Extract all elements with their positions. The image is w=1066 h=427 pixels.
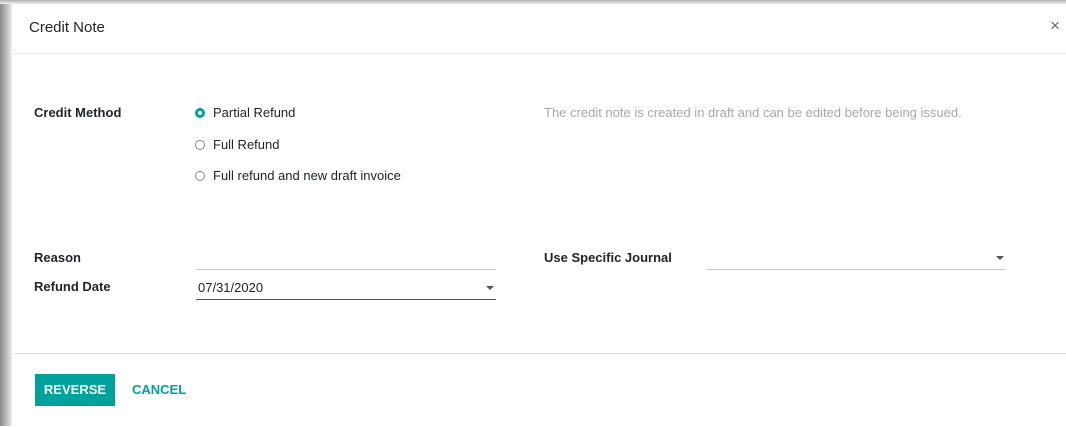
dialog-footer: REVERSE CANCEL bbox=[13, 353, 1066, 427]
radio-label: Partial Refund bbox=[213, 105, 296, 120]
radio-label: Full Refund bbox=[213, 137, 280, 152]
radio-unchecked-icon[interactable] bbox=[195, 139, 205, 150]
cancel-button[interactable]: CANCEL bbox=[132, 374, 186, 406]
reason-input[interactable] bbox=[196, 246, 496, 270]
reverse-button[interactable]: REVERSE bbox=[35, 374, 115, 406]
dialog-title: Credit Note bbox=[29, 19, 105, 36]
refund-date-label: Refund Date bbox=[34, 279, 111, 294]
refund-date-value: 07/31/2020 bbox=[198, 280, 264, 295]
chevron-down-icon[interactable] bbox=[486, 286, 494, 290]
credit-note-dialog: Credit Note × Credit Method Partial Refu… bbox=[13, 4, 1066, 426]
reason-label: Reason bbox=[34, 250, 81, 265]
radio-full-refund[interactable]: Full Refund bbox=[195, 137, 279, 152]
backdrop-shadow bbox=[0, 0, 12, 426]
radio-partial-refund[interactable]: Partial Refund bbox=[195, 105, 295, 120]
credit-method-help: The credit note is created in draft and … bbox=[544, 105, 962, 120]
dialog-header: Credit Note × bbox=[13, 4, 1066, 54]
journal-label: Use Specific Journal bbox=[544, 250, 672, 265]
radio-unchecked-icon[interactable] bbox=[195, 170, 205, 181]
radio-full-refund-new-draft[interactable]: Full refund and new draft invoice bbox=[195, 168, 401, 183]
radio-checked-icon[interactable] bbox=[195, 107, 205, 118]
journal-select[interactable] bbox=[706, 246, 1006, 270]
close-icon[interactable]: × bbox=[1050, 17, 1060, 34]
chevron-down-icon[interactable] bbox=[996, 256, 1004, 260]
radio-label: Full refund and new draft invoice bbox=[213, 168, 401, 183]
refund-date-input[interactable]: 07/31/2020 bbox=[196, 276, 496, 300]
credit-method-label: Credit Method bbox=[34, 105, 122, 120]
